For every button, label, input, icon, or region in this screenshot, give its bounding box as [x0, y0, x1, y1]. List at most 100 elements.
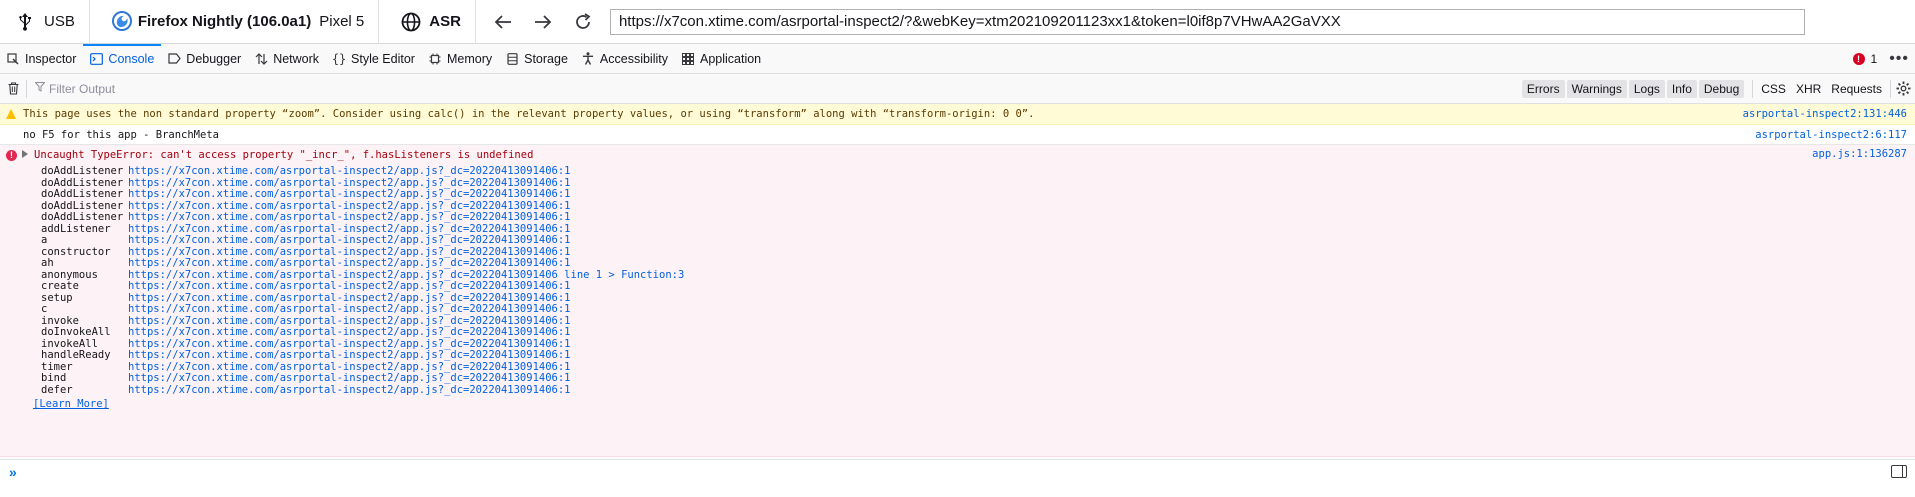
debugger-icon	[167, 52, 181, 66]
frame-location-link[interactable]: https://x7con.xtime.com/asrportal-inspec…	[128, 234, 571, 247]
meatball-menu-icon[interactable]: •••	[1889, 50, 1909, 68]
stack-frame: bind https://x7con.xtime.com/asrportal-in…	[41, 372, 1907, 385]
tab-storage[interactable]: Storage	[499, 44, 575, 73]
forward-arrow-icon[interactable]	[530, 9, 556, 35]
window-bottom-edge	[0, 483, 1915, 497]
memory-icon	[428, 52, 442, 66]
tab-inspector[interactable]: Inspector	[0, 44, 83, 73]
stack-frame: doAddListener https://x7con.xtime.com/asr…	[41, 188, 1907, 201]
warning-icon	[6, 109, 16, 119]
frame-location-link[interactable]: https://x7con.xtime.com/asrportal-inspec…	[128, 188, 571, 201]
tab-label: Network	[273, 51, 320, 66]
console-output: This page uses the non standard property…	[0, 104, 1915, 459]
accessibility-icon	[581, 52, 595, 66]
toolbar-divider	[26, 79, 27, 98]
device-name: Pixel 5	[319, 13, 365, 30]
stack-frame: defer https://x7con.xtime.com/asrportal-i…	[41, 383, 1907, 397]
browser-name: Firefox Nightly (106.0a1)	[137, 13, 312, 30]
filter-debug-button[interactable]: Debug	[1698, 79, 1745, 98]
editor-mode-toggle-icon[interactable]	[1891, 465, 1907, 478]
filter-css-button[interactable]: CSS	[1761, 82, 1786, 96]
target-info: ASR	[379, 0, 476, 44]
frame-location-link[interactable]: https://x7con.xtime.com/asrportal-inspec…	[128, 211, 571, 224]
inspector-icon	[6, 52, 20, 66]
tab-application[interactable]: Application	[675, 44, 768, 73]
error-icon: !	[6, 150, 17, 161]
frame-location-link[interactable]: https://x7con.xtime.com/asrportal-inspec…	[128, 372, 571, 385]
warning-message: This page uses the non standard property…	[0, 104, 1915, 125]
reload-icon[interactable]	[570, 9, 596, 35]
log-level-filters: Errors Warnings Logs Info Debug	[1521, 79, 1745, 98]
console-toolbar: Errors Warnings Logs Info Debug CSS XHR …	[0, 74, 1915, 104]
frame-location-link[interactable]: https://x7con.xtime.com/asrportal-inspec…	[128, 280, 571, 293]
frame-function-name: create	[41, 280, 79, 292]
frame-function-name: defer	[41, 383, 73, 396]
filter-logs-button[interactable]: Logs	[1628, 79, 1665, 98]
tab-label: Console	[108, 51, 155, 66]
error-message: ! Uncaught TypeError: can't access prope…	[0, 145, 1915, 457]
back-arrow-icon[interactable]	[490, 9, 516, 35]
tab-console[interactable]: Console	[83, 44, 162, 73]
learn-more-link[interactable]: [Learn More]	[23, 398, 1907, 410]
frame-location-link[interactable]: https://x7con.xtime.com/asrportal-inspec…	[128, 349, 571, 362]
frame-location-link[interactable]: https://x7con.xtime.com/asrportal-inspec…	[128, 326, 571, 339]
message-source-link[interactable]: asrportal-inspect2:6:117	[1755, 125, 1907, 145]
tab-debugger[interactable]: Debugger	[161, 44, 248, 73]
frame-location-link[interactable]: https://x7con.xtime.com/asrportal-inspec…	[128, 165, 571, 178]
log-message: no F5 for this app - BranchMeta asrporta…	[0, 125, 1915, 145]
filter-output-input[interactable]	[49, 81, 449, 96]
frame-location-link[interactable]: https://x7con.xtime.com/asrportal-inspec…	[128, 303, 571, 316]
frame-function-name: handleReady	[41, 349, 111, 361]
usb-icon	[14, 12, 36, 31]
toolbox-controls: ! 1 •••	[1852, 44, 1915, 73]
stack-frame: create https://x7con.xtime.com/asrportal-…	[41, 280, 1907, 293]
console-icon	[89, 52, 103, 66]
filter-xhr-button[interactable]: XHR	[1796, 82, 1821, 96]
stack-frame: doAddListener https://x7con.xtime.com/asr…	[41, 165, 1907, 178]
filter-info-button[interactable]: Info	[1666, 79, 1697, 98]
frame-function-name: constructor	[41, 245, 111, 258]
tab-label: Memory	[446, 51, 493, 66]
frame-function-name: doInvokeAll	[41, 326, 111, 338]
tab-style-editor[interactable]: {} Style Editor	[326, 44, 422, 73]
tab-label: Inspector	[25, 51, 77, 66]
filter-warnings-button[interactable]: Warnings	[1566, 79, 1627, 98]
navigation-controls	[476, 9, 610, 35]
error-count[interactable]: 1	[1871, 52, 1878, 66]
tab-label: Style Editor	[351, 51, 415, 66]
message-source-link[interactable]: app.js:1:136287	[1812, 148, 1907, 160]
gear-icon[interactable]	[1891, 81, 1915, 96]
stack-frame: doAddListener https://x7con.xtime.com/asr…	[41, 211, 1907, 224]
frame-function-name: doAddListener	[41, 165, 124, 177]
globe-icon	[401, 11, 423, 33]
url-field[interactable]: https://x7con.xtime.com/asrportal-inspec…	[609, 8, 1805, 35]
runtime-info: Firefox Nightly (106.0a1) Pixel 5	[90, 0, 380, 44]
tab-label: Application	[699, 51, 762, 66]
console-input[interactable]	[29, 465, 1891, 478]
remote-debugging-toolbar: USB Firefox Nightly (106.0a1) Pixel 5 AS…	[0, 0, 1915, 44]
category-filters: CSS XHR Requests	[1753, 82, 1890, 96]
error-icon[interactable]: !	[1852, 52, 1865, 65]
firefox-nightly-icon	[111, 10, 134, 33]
trash-icon[interactable]	[0, 82, 26, 95]
frame-function-name: a	[41, 234, 48, 246]
filter-requests-button[interactable]: Requests	[1831, 82, 1882, 96]
message-source-link[interactable]: asrportal-inspect2:131:446	[1743, 104, 1907, 125]
filter-box	[34, 81, 1522, 96]
connection-type: USB	[44, 13, 75, 30]
stack-frame: handleReady https://x7con.xtime.com/asrpo…	[41, 349, 1907, 362]
console-input-row: »	[0, 459, 1915, 483]
tab-label: Debugger	[186, 51, 242, 66]
frame-location-link[interactable]: https://x7con.xtime.com/asrportal-inspec…	[128, 384, 571, 397]
filter-errors-button[interactable]: Errors	[1521, 79, 1565, 98]
error-text: Uncaught TypeError: can't access propert…	[34, 149, 534, 161]
frame-function-name: doAddListener	[41, 188, 124, 200]
tab-network[interactable]: Network	[248, 44, 326, 73]
tab-accessibility[interactable]: Accessibility	[575, 44, 675, 73]
frame-location-link[interactable]: https://x7con.xtime.com/asrportal-inspec…	[128, 257, 571, 270]
frame-function-name: doAddListener	[41, 211, 124, 223]
tab-memory[interactable]: Memory	[422, 44, 499, 73]
expand-arrow-icon[interactable]	[22, 150, 28, 158]
frame-function-name: bind	[41, 372, 67, 384]
message-text: no F5 for this app - BranchMeta	[23, 129, 219, 141]
